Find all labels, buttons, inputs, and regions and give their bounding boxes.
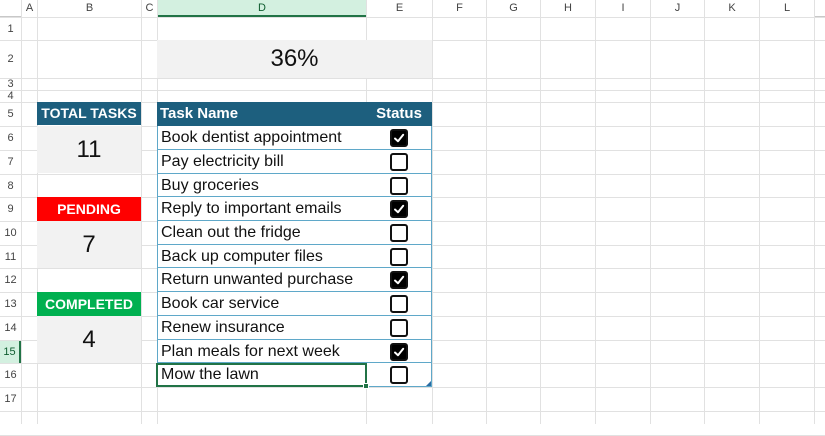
status-header[interactable]: Status — [366, 102, 432, 126]
grid-row-line — [0, 17, 825, 18]
grid-column-line — [704, 0, 705, 424]
task-name-header[interactable]: Task Name — [157, 102, 366, 126]
row-header-12[interactable]: 12 — [0, 269, 21, 292]
grid-column-line — [650, 0, 651, 424]
progress-percent-cell[interactable]: 36% — [157, 40, 432, 78]
grid-row-line — [0, 90, 825, 91]
column-header-j[interactable]: J — [651, 0, 704, 17]
checkmark-icon — [394, 275, 405, 285]
row-header-8[interactable]: 8 — [0, 175, 21, 197]
checkmark-icon — [394, 133, 405, 143]
completed-value[interactable]: 4 — [37, 316, 141, 363]
task-status-checkbox[interactable] — [390, 200, 408, 218]
task-status-checkbox[interactable] — [390, 129, 408, 147]
column-header-h[interactable]: H — [541, 0, 595, 17]
table-resize-handle[interactable] — [426, 381, 431, 386]
task-name-cell[interactable]: Book car service — [157, 292, 366, 316]
column-header-c[interactable]: C — [142, 0, 157, 17]
grid-column-line — [595, 0, 596, 424]
grid-row-line — [0, 387, 825, 388]
total-tasks-value[interactable]: 11 — [37, 126, 141, 173]
task-status-checkbox[interactable] — [390, 224, 408, 242]
task-status-checkbox[interactable] — [390, 366, 408, 384]
task-name-cell[interactable]: Reply to important emails — [157, 197, 366, 221]
task-status-checkbox[interactable] — [390, 343, 408, 361]
checkmark-icon — [394, 204, 405, 214]
grid-column-line — [486, 0, 487, 424]
task-name-cell[interactable]: Buy groceries — [157, 174, 366, 197]
completed-header[interactable]: COMPLETED — [37, 292, 141, 316]
row-header-6[interactable]: 6 — [0, 127, 21, 150]
column-header-f[interactable]: F — [433, 0, 486, 17]
task-status-checkbox[interactable] — [390, 295, 408, 313]
column-header-l[interactable]: L — [760, 0, 814, 17]
task-status-checkbox[interactable] — [390, 248, 408, 266]
pending-value[interactable]: 7 — [37, 221, 141, 268]
row-header-11[interactable]: 11 — [0, 246, 21, 268]
row-header-14[interactable]: 14 — [0, 317, 21, 340]
column-header-d[interactable]: D — [158, 0, 366, 17]
column-header-a[interactable]: A — [22, 0, 37, 17]
column-header-g[interactable]: G — [487, 0, 540, 17]
row-header-7[interactable]: 7 — [0, 151, 21, 174]
grid-row-line — [0, 411, 825, 412]
checkmark-icon — [394, 347, 405, 357]
task-name-cell[interactable]: Plan meals for next week — [157, 340, 366, 363]
fill-handle[interactable] — [363, 383, 369, 389]
grid-column-line — [814, 0, 815, 424]
row-header-15[interactable]: 15 — [0, 341, 21, 363]
column-header-k[interactable]: K — [705, 0, 759, 17]
grid-row-line — [0, 78, 825, 79]
row-header-9[interactable]: 9 — [0, 198, 21, 221]
task-name-cell[interactable]: Book dentist appointment — [157, 126, 366, 150]
task-name-cell[interactable]: Return unwanted purchase — [157, 268, 366, 292]
task-status-checkbox[interactable] — [390, 271, 408, 289]
row-header-1[interactable]: 1 — [0, 18, 21, 40]
active-cell-selection[interactable] — [156, 363, 367, 387]
task-status-checkbox[interactable] — [390, 177, 408, 195]
task-name-cell[interactable]: Clean out the fridge — [157, 221, 366, 245]
row-header-16[interactable]: 16 — [0, 364, 21, 387]
column-header-i[interactable]: I — [596, 0, 650, 17]
row-header-2[interactable]: 2 — [0, 41, 21, 78]
total-tasks-header[interactable]: TOTAL TASKS — [37, 102, 141, 125]
row-header-13[interactable]: 13 — [0, 293, 21, 316]
task-name-cell[interactable]: Pay electricity bill — [157, 150, 366, 174]
column-header-e[interactable]: E — [367, 0, 432, 17]
column-header-b[interactable]: B — [38, 0, 141, 17]
grid-column-line — [432, 0, 433, 424]
grid-column-line — [759, 0, 760, 424]
grid-column-line — [540, 0, 541, 424]
task-status-checkbox[interactable] — [390, 319, 408, 337]
row-header-17[interactable]: 17 — [0, 388, 21, 411]
task-name-cell[interactable]: Renew insurance — [157, 316, 366, 340]
task-status-checkbox[interactable] — [390, 153, 408, 171]
row-header-4[interactable]: 4 — [0, 91, 21, 102]
task-name-cell[interactable]: Back up computer files — [157, 245, 366, 268]
row-header-3[interactable]: 3 — [0, 79, 21, 90]
pending-header[interactable]: PENDING — [37, 197, 141, 221]
row-header-10[interactable]: 10 — [0, 222, 21, 245]
row-header-5[interactable]: 5 — [0, 103, 21, 126]
grid-column-line — [141, 0, 142, 424]
grid-column-line — [21, 0, 22, 424]
